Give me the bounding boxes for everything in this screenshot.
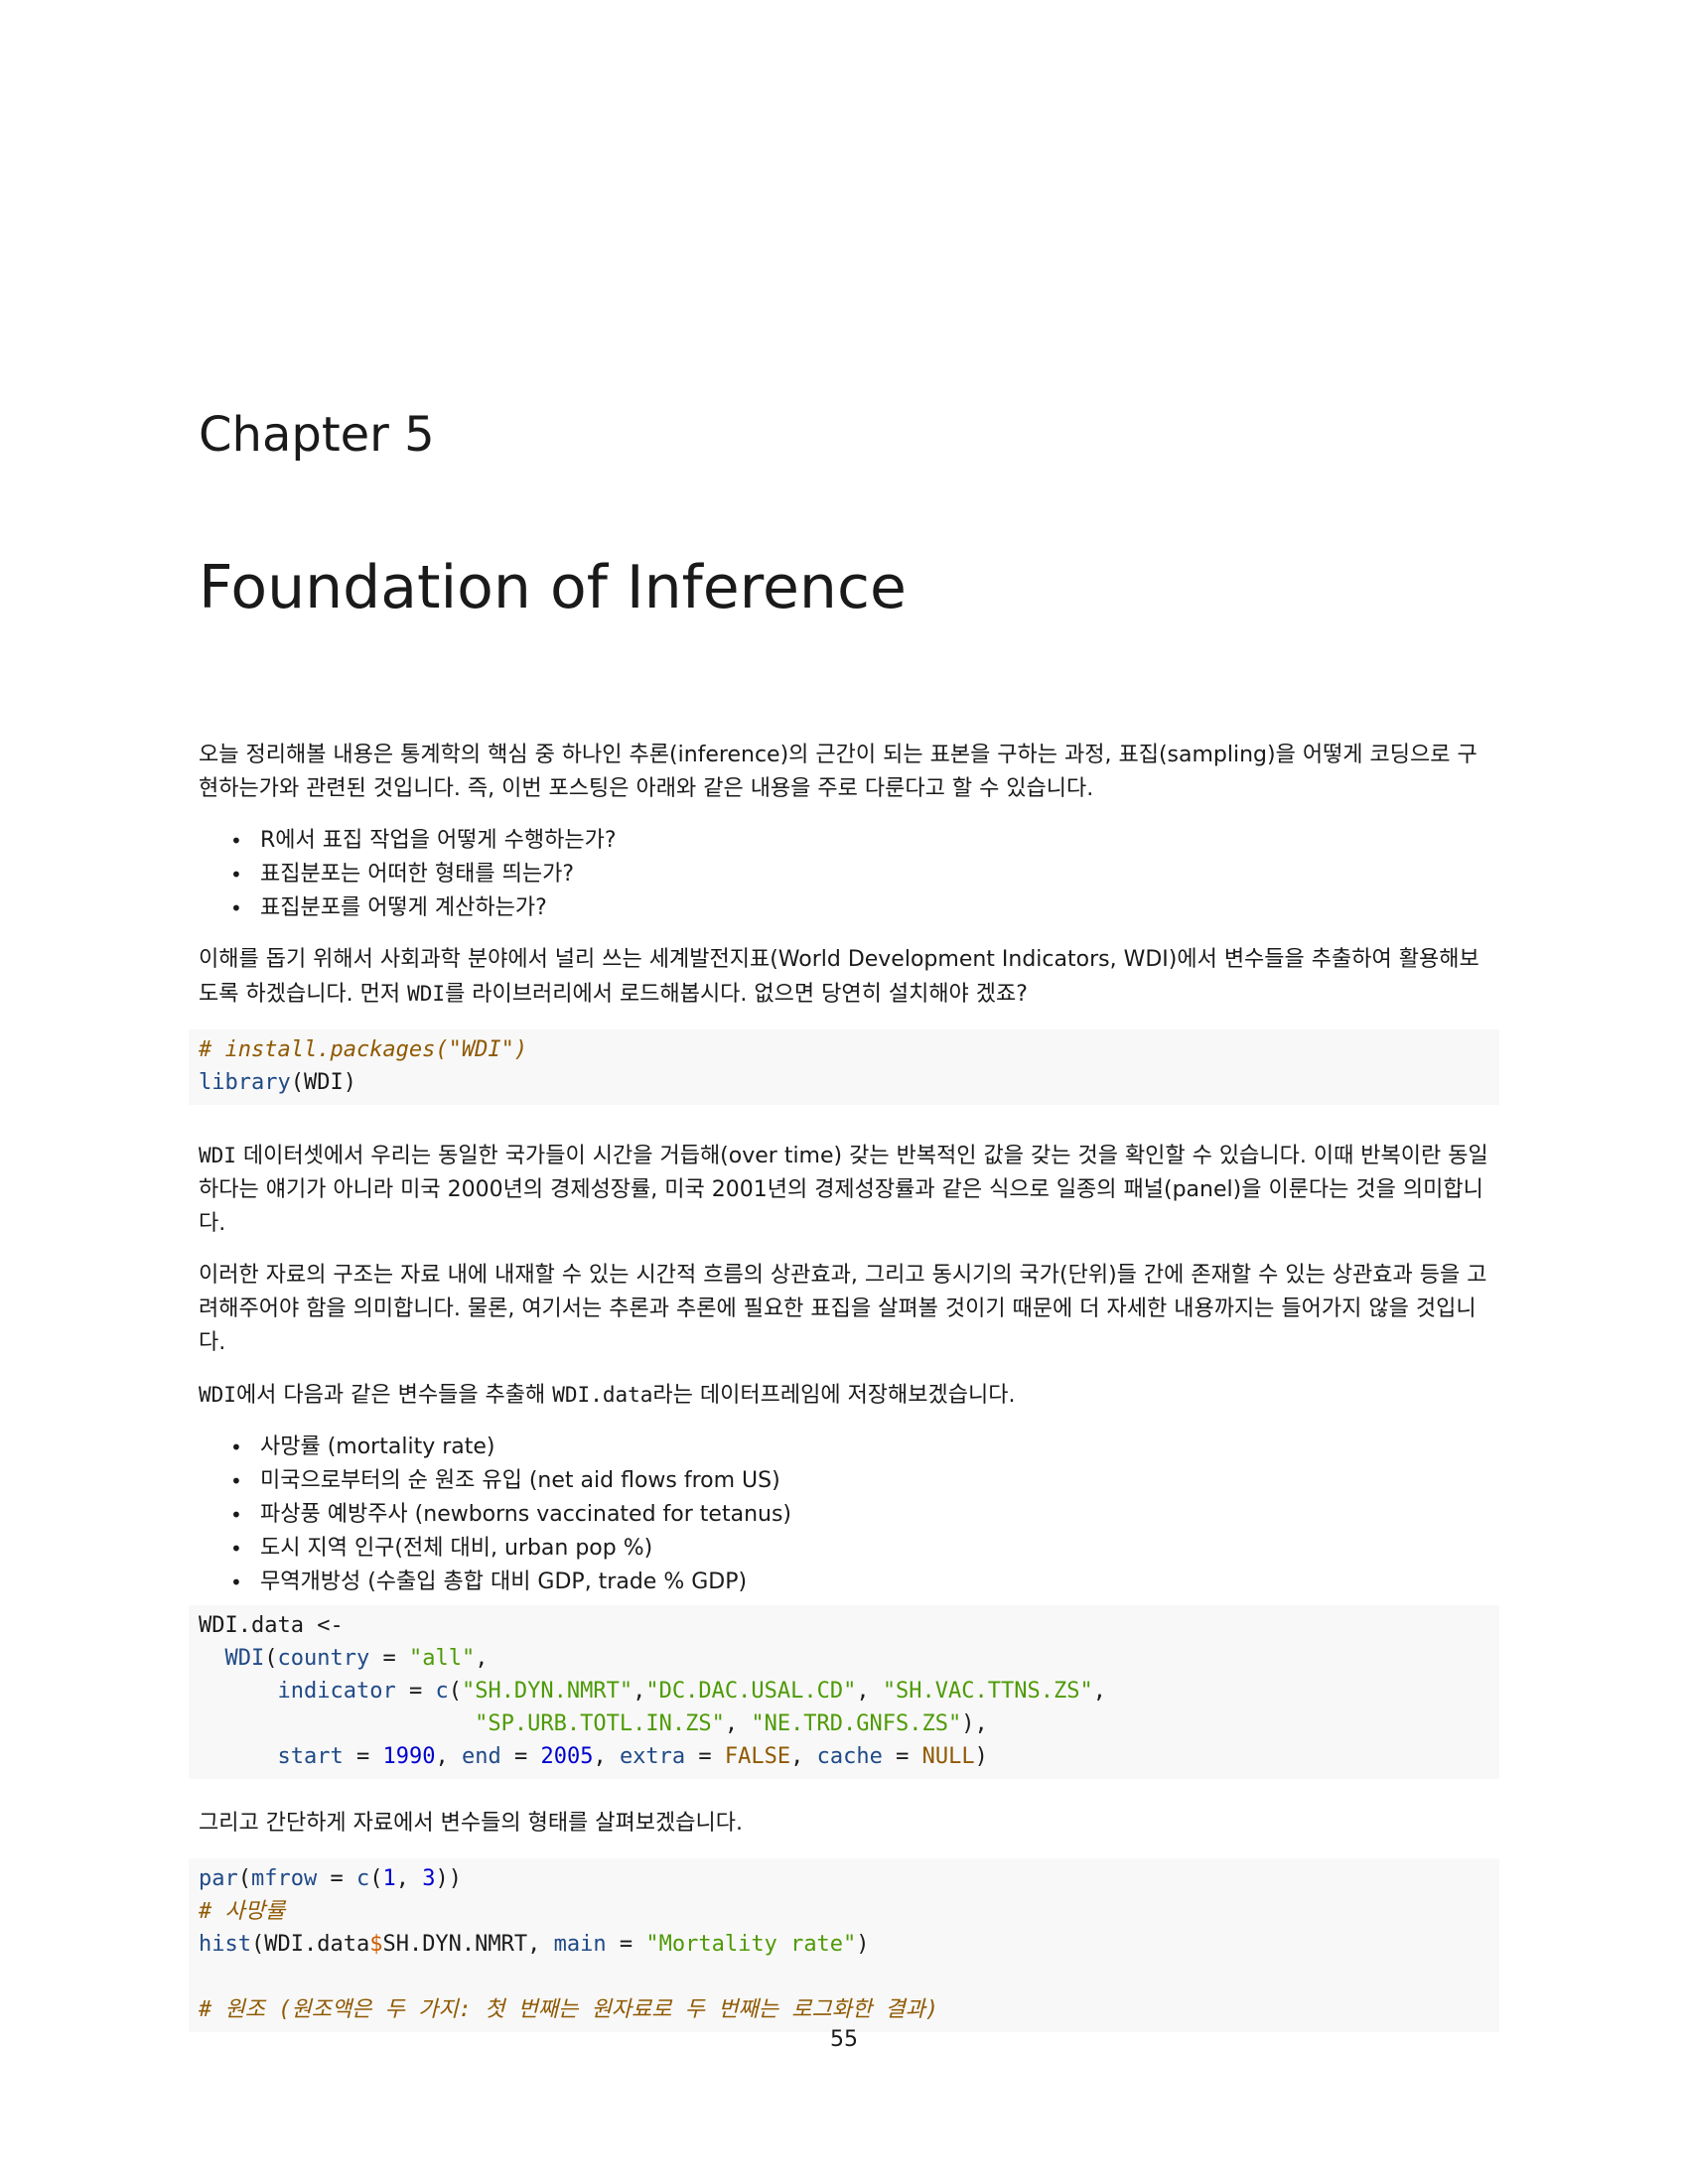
code-string: "SP.URB.TOTL.IN.ZS" xyxy=(475,1711,725,1736)
code-string: "Mortality rate" xyxy=(645,1932,857,1957)
code-text: = xyxy=(369,1646,409,1671)
code-text: , xyxy=(395,1866,423,1891)
code-function: WDI xyxy=(224,1646,265,1671)
code-comment: # 사망률 xyxy=(199,1899,286,1924)
code-text: = xyxy=(500,1744,541,1769)
list-item: 미국으로부터의 순 원조 유입 (net aid flows from US) xyxy=(230,1464,1489,1498)
page-number: 55 xyxy=(830,2027,858,2052)
extract-paragraph: WDI에서 다음과 같은 변수들을 추출해 WDI.data라는 데이터프레임에… xyxy=(199,1378,1489,1413)
code-text: ) xyxy=(856,1932,870,1957)
code-text: ( xyxy=(237,1866,251,1891)
code-argument: indicator xyxy=(277,1679,396,1704)
code-comment: # 원조 (원조액은 두 가지: 첫 번째는 원자료로 두 번째는 로그화한 결… xyxy=(199,1997,939,2022)
code-block-hist: par(mfrow = c(1, 3)) # 사망률 hist(WDI.data… xyxy=(189,1858,1499,2032)
list-item: 도시 지역 인구(전체 대비, urban pop %) xyxy=(230,1532,1489,1566)
code-text: ), xyxy=(961,1711,988,1736)
chapter-label: Chapter 5 xyxy=(199,407,435,463)
code-text: = xyxy=(343,1744,383,1769)
code-string: "NE.TRD.GNFS.ZS" xyxy=(751,1711,962,1736)
structure-paragraph: 이러한 자료의 구조는 자료 내에 내재할 수 있는 시간적 흐름의 상관효과,… xyxy=(199,1263,1487,1355)
code-constant: NULL xyxy=(921,1744,975,1769)
code-string: "all" xyxy=(408,1646,476,1671)
code-argument: cache xyxy=(816,1744,883,1769)
text-run: 라는 데이터프레임에 저장해보겠습니다. xyxy=(652,1383,1016,1408)
inline-code: WDI xyxy=(199,1383,236,1407)
code-argument: extra xyxy=(619,1744,686,1769)
code-argument: start xyxy=(277,1744,344,1769)
code-operator: $ xyxy=(369,1932,383,1957)
code-number: 3 xyxy=(422,1866,436,1891)
code-text: )) xyxy=(435,1866,462,1891)
code-number: 2005 xyxy=(540,1744,594,1769)
code-string: "SH.DYN.NMRT" xyxy=(461,1679,633,1704)
dataset-paragraph: WDI 데이터셋에서 우리는 동일한 국가들이 시간을 거듭해(over tim… xyxy=(199,1139,1489,1241)
inline-code: WDI xyxy=(407,982,446,1006)
inline-code: WDI.data xyxy=(552,1383,653,1407)
code-text: , xyxy=(593,1744,620,1769)
code-block-wdi-data: WDI.data <- WDI(country = "all", indicat… xyxy=(189,1605,1499,1779)
code-text: = xyxy=(395,1679,436,1704)
code-text: (WDI.data xyxy=(250,1932,370,1957)
simple-paragraph: 그리고 간단하게 자료에서 변수들의 형태를 살펴보겠습니다. xyxy=(199,1811,743,1836)
code-argument: mfrow xyxy=(251,1866,318,1891)
inline-code: WDI xyxy=(199,1144,236,1167)
code-text: , xyxy=(856,1679,883,1704)
code-text: ( xyxy=(448,1679,462,1704)
code-text: ) xyxy=(974,1744,988,1769)
text-run: 를 라이브러리에서 로드해봅시다. 없으면 당연히 설치해야 겠죠? xyxy=(445,982,1028,1007)
code-text: , xyxy=(633,1679,646,1704)
code-number: 1 xyxy=(382,1866,396,1891)
code-text: WDI.data <- xyxy=(199,1613,344,1638)
code-text: , xyxy=(790,1744,817,1769)
code-text: (WDI) xyxy=(290,1070,356,1095)
code-function: par xyxy=(199,1866,238,1891)
code-function: c xyxy=(435,1679,449,1704)
code-comment: # install.packages("WDI") xyxy=(199,1037,528,1062)
code-text: , xyxy=(475,1646,489,1671)
code-text: = xyxy=(685,1744,725,1769)
text-run: 데이터셋에서 우리는 동일한 국가들이 시간을 거듭해(over time) 갖… xyxy=(199,1144,1488,1236)
code-text: = xyxy=(317,1866,356,1891)
code-text: , xyxy=(724,1711,752,1736)
list-item: R에서 표집 작업을 어떻게 수행하는가? xyxy=(230,824,1489,858)
code-function: hist xyxy=(199,1932,251,1957)
code-text: SH.DYN.NMRT, xyxy=(382,1932,554,1957)
wdi-paragraph: 이해를 돕기 위해서 사회과학 분야에서 널리 쓰는 세계발전지표(World … xyxy=(199,943,1489,1012)
text-run: 에서 다음과 같은 변수들을 추출해 xyxy=(235,1383,553,1408)
code-argument: country xyxy=(277,1646,370,1671)
code-function: library xyxy=(199,1070,291,1095)
variable-list: 사망률 (mortality rate) 미국으로부터의 순 원조 유입 (ne… xyxy=(199,1431,1489,1599)
code-function: c xyxy=(355,1866,370,1891)
code-string: "SH.VAC.TTNS.ZS" xyxy=(882,1679,1093,1704)
question-list: R에서 표집 작업을 어떻게 수행하는가? 표집분포는 어떠한 형태를 띄는가?… xyxy=(199,824,1489,925)
chapter-body: 오늘 정리해볼 내용은 통계학의 핵심 중 하나인 추론(inference)의… xyxy=(189,739,1499,2050)
code-text: ( xyxy=(264,1646,278,1671)
list-item: 사망률 (mortality rate) xyxy=(230,1431,1489,1464)
code-constant: FALSE xyxy=(724,1744,791,1769)
code-text: , xyxy=(1092,1679,1106,1704)
list-item: 표집분포는 어떠한 형태를 띄는가? xyxy=(230,858,1489,891)
intro-paragraph: 오늘 정리해볼 내용은 통계학의 핵심 중 하나인 추론(inference)의… xyxy=(199,743,1477,801)
code-string: "DC.DAC.USAL.CD" xyxy=(645,1679,857,1704)
list-item: 파상풍 예방주사 (newborns vaccinated for tetanu… xyxy=(230,1498,1489,1532)
code-text: = xyxy=(606,1932,646,1957)
list-item: 무역개방성 (수출입 총합 대비 GDP, trade % GDP) xyxy=(230,1566,1489,1599)
code-block-install: # install.packages("WDI") library(WDI) xyxy=(189,1029,1499,1105)
code-text: = xyxy=(882,1744,922,1769)
code-argument: end xyxy=(461,1744,501,1769)
code-number: 1990 xyxy=(382,1744,436,1769)
list-item: 표집분포를 어떻게 계산하는가? xyxy=(230,891,1489,925)
code-text: ( xyxy=(369,1866,383,1891)
code-text: , xyxy=(435,1744,462,1769)
code-argument: main xyxy=(553,1932,607,1957)
chapter-title: Foundation of Inference xyxy=(199,553,907,622)
